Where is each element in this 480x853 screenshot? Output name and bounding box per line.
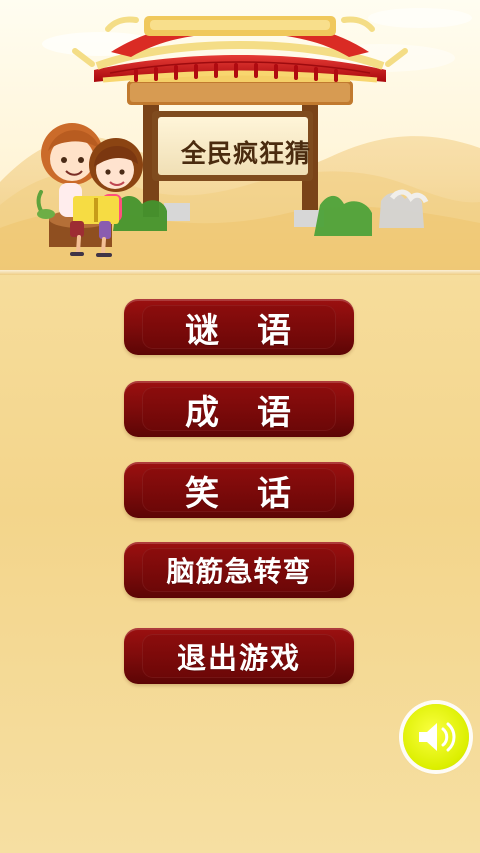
joke-button[interactable]: 笑 话 [124, 462, 354, 518]
header-scene: 全民疯狂猜 [0, 0, 480, 275]
game-title: 全民疯狂猜 [180, 139, 311, 168]
brain-teaser-label: 脑筋急转弯 [166, 555, 312, 588]
exit-game-button[interactable]: 退出游戏 [124, 628, 354, 684]
header-divider [0, 270, 480, 275]
idiom-button[interactable]: 成 语 [124, 381, 354, 437]
riddle-label: 谜 语 [185, 310, 293, 351]
idiom-label: 成 语 [185, 392, 293, 433]
joke-label: 笑 话 [185, 473, 293, 514]
riddle-button[interactable]: 谜 语 [124, 299, 354, 355]
sound-button[interactable] [403, 704, 469, 770]
exit-game-label: 退出游戏 [176, 641, 301, 675]
brain-teaser-button[interactable]: 脑筋急转弯 [124, 542, 354, 598]
sound-icon [419, 722, 456, 752]
